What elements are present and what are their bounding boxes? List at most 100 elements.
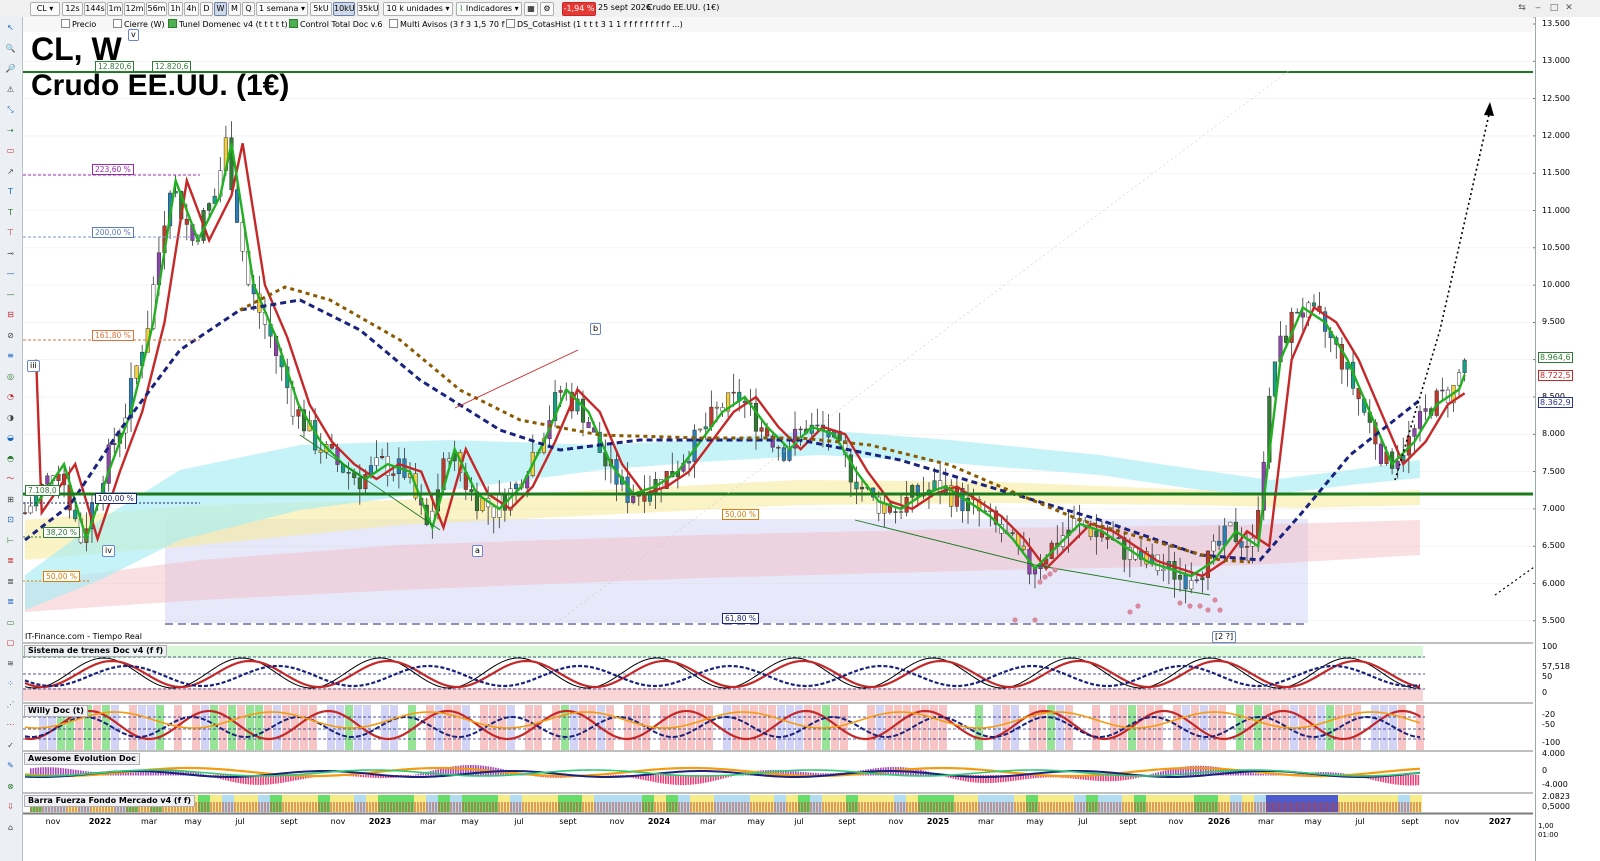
grid-icon[interactable]: ▦ [524, 2, 538, 16]
grid-icon[interactable]: ⊞ [4, 495, 17, 505]
delete-icon[interactable]: ⊗ [4, 782, 17, 792]
scatter-icon[interactable]: ⋰ [4, 700, 17, 710]
resize-icon[interactable]: ⤡ [4, 105, 17, 115]
arc1-icon[interactable]: ◔ [4, 392, 17, 402]
units-label: 10 k unidades [386, 4, 443, 13]
download-icon[interactable]: ⇩ [4, 802, 17, 812]
timeframe-button-q[interactable]: Q [242, 2, 255, 16]
indicator-label: Cierre (W) [124, 20, 165, 29]
arc4-icon[interactable]: ◓ [4, 454, 17, 464]
trend-icon[interactable]: ⊤ [4, 228, 17, 238]
timeframe-button-m[interactable]: M [228, 2, 241, 16]
fib-icon[interactable]: ≡ [4, 351, 17, 361]
home-icon[interactable]: ⌂ [4, 823, 17, 833]
time-axis-label: may [184, 817, 202, 826]
indicator-checkbox[interactable] [289, 19, 298, 28]
indicator-checkbox[interactable] [61, 19, 70, 28]
shape-icon[interactable]: ▭ [4, 618, 17, 628]
indicator-toggle-1[interactable]: Cierre (W) [113, 19, 165, 30]
indicator-label: DS_CotasHist (1 t t t 3 1 1 f f f f f f … [517, 20, 683, 29]
arc3-icon[interactable]: ◒ [4, 433, 17, 443]
time-axis-label: mar [700, 817, 716, 826]
text-icon[interactable]: T [4, 187, 17, 197]
alert-icon[interactable]: ⚠ [4, 85, 17, 95]
channel-icon[interactable]: ⊸ [4, 249, 17, 259]
bar-size-button-5ku[interactable]: 5kU [310, 2, 332, 16]
close-icon[interactable]: ✕ [1563, 2, 1575, 14]
indicator-toggle-5[interactable]: DS_CotasHist (1 t t t 3 1 1 f f f f f f … [506, 19, 683, 30]
ruler-icon[interactable]: ⊢ [4, 536, 17, 546]
fan-icon[interactable]: ≣ [4, 556, 17, 566]
indicator-checkbox[interactable] [389, 19, 398, 28]
fan3-icon[interactable]: ≣ [4, 597, 17, 607]
cycle-icon[interactable]: ◎ [4, 372, 17, 382]
indicator-toggle-3[interactable]: Control Total Doc v.6 [289, 19, 382, 30]
circle-icon[interactable]: ⊘ [4, 331, 17, 341]
units-select[interactable]: 10 k unidades ▾ [383, 2, 453, 16]
frame-icon[interactable]: ⊡ [4, 515, 17, 525]
time-axis-label: nov [330, 817, 346, 826]
fib-level-label: 61,80 % [722, 613, 759, 624]
indicator-label: Control Total Doc v.6 [300, 20, 383, 29]
arc2-icon[interactable]: ◑ [4, 413, 17, 423]
price-tick-label: 13.000 [1542, 56, 1570, 66]
panel-axis-label: 50 [1542, 672, 1553, 681]
indicator-toggle-4[interactable]: Multi Avisos (3 f 3 1,5 70 f f) [389, 19, 513, 30]
period-select[interactable]: 1 semana ▾ [256, 2, 308, 16]
restore-icon[interactable]: ⇆ [1516, 2, 1528, 14]
elliott-wave-label: [2 ?] [1212, 631, 1237, 643]
timeframe-button-d[interactable]: D [200, 2, 213, 16]
indicator-checkbox[interactable] [168, 19, 177, 28]
maximize-icon[interactable]: □ [1548, 2, 1560, 14]
text-tool-icon[interactable]: T [4, 208, 17, 218]
indicators-icon: ⌇ [459, 4, 464, 13]
fan2-icon[interactable]: ≣ [4, 577, 17, 587]
symbol-selector[interactable]: CL ▾ [30, 2, 60, 16]
timeframe-button-1h[interactable]: 1h [168, 2, 183, 16]
more-icon[interactable]: ⋯ [4, 720, 17, 730]
period-label: 1 semana [259, 4, 299, 13]
pointer-icon[interactable]: ↖ [4, 23, 17, 33]
pen-icon[interactable]: ✎ [4, 761, 17, 771]
indicators-button[interactable]: ⌇ Indicadores ▾ [456, 2, 522, 16]
timeframe-button-144s[interactable]: 144s [84, 2, 106, 16]
timeframe-button-1m[interactable]: 1m [107, 2, 123, 16]
minimize-icon[interactable]: ‒ [1532, 2, 1544, 14]
timeframe-button-4h[interactable]: 4h [184, 2, 199, 16]
indicator-panel-label[interactable]: Barra Fuerza Fondo Mercado v4 (f f) [24, 795, 195, 807]
pattern-icon[interactable]: ≋ [4, 659, 17, 669]
diag-line-icon[interactable]: ↗ [4, 167, 17, 177]
panel-axis-label: 100 [1542, 642, 1558, 651]
fib-level-label: 12.820,6 [95, 61, 135, 72]
wave-icon[interactable]: 〜 [4, 474, 17, 484]
zoom-in-icon[interactable]: 🔍 [4, 44, 17, 54]
settings-icon[interactable]: ⚙ [540, 2, 554, 16]
rect-icon[interactable]: ▭ [4, 146, 17, 156]
date-text: 25 sept 2026 [598, 3, 651, 12]
zoom-out-icon[interactable]: 🔎 [4, 64, 17, 74]
box-icon[interactable]: ⊟ [4, 310, 17, 320]
hline2-icon[interactable]: — [4, 290, 17, 300]
hline-icon[interactable]: — [4, 269, 17, 279]
indicator-panel-label[interactable]: Sistema de trenes Doc v4 (f f) [24, 645, 168, 657]
indicator-toggle-2[interactable]: Tunel Domenec v4 (t t t t t) [168, 19, 288, 30]
timeframe-button-12s[interactable]: 12s [62, 2, 83, 16]
bar-size-button-35ku[interactable]: 35kU [357, 2, 379, 16]
indicator-toggle-0[interactable]: Precio [61, 19, 96, 30]
bar-size-button-10ku[interactable]: 10kU [333, 2, 355, 16]
indicator-panel-label[interactable]: Willy Doc (t) [24, 705, 88, 717]
check-icon[interactable]: ✓ [4, 741, 17, 751]
price-chart-canvas[interactable] [0, 0, 1600, 861]
indicator-checkbox[interactable] [506, 19, 515, 28]
shape2-icon[interactable]: ▢ [4, 638, 17, 648]
indicator-panel-label[interactable]: Awesome Evolution Doc [24, 753, 140, 765]
timeframe-button-56m[interactable]: 56m [146, 2, 167, 16]
timeframe-button-w[interactable]: W [214, 2, 227, 16]
price-tick-label: 6.500 [1542, 541, 1565, 551]
timeframe-button-12m[interactable]: 12m [124, 2, 145, 16]
time-axis-label: sept [838, 817, 856, 826]
arrow-icon[interactable]: ⇢ [4, 126, 17, 136]
dots-icon[interactable]: ⁘ [4, 679, 17, 689]
indicator-checkbox[interactable] [113, 19, 122, 28]
price-axis-panel[interactable] [1535, 17, 1600, 861]
